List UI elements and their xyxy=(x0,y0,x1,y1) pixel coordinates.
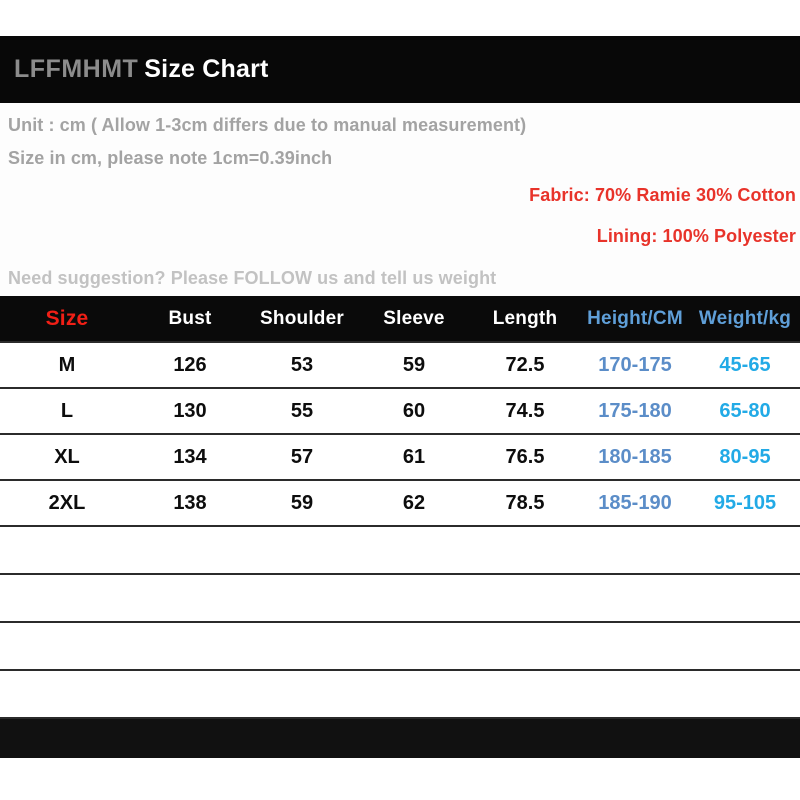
cell-empty xyxy=(0,573,134,623)
cell-shoulder: 53 xyxy=(246,341,358,389)
cell-shoulder: 55 xyxy=(246,387,358,435)
cell-size: M xyxy=(0,341,134,389)
cell-empty xyxy=(470,573,580,623)
cell-length: 74.5 xyxy=(470,387,580,435)
cell-empty xyxy=(358,669,470,719)
column-header-size: Size xyxy=(45,306,89,330)
cell-height: 175-180 xyxy=(580,387,690,435)
info-fabric: Fabric: 70% Ramie 30% Cotton xyxy=(529,185,796,205)
cell-empty xyxy=(580,573,690,623)
cell-empty xyxy=(470,525,580,575)
cell-empty xyxy=(0,669,134,719)
cell-empty xyxy=(358,621,470,671)
cell-weight: 80-95 xyxy=(690,433,800,481)
cell-weight: 65-80 xyxy=(690,387,800,435)
info-panel: Unit : cm ( Allow 1-3cm differs due to m… xyxy=(0,103,800,296)
cell-empty xyxy=(134,573,246,623)
cell-empty xyxy=(580,525,690,575)
cell-weight: 45-65 xyxy=(690,341,800,389)
cell-sleeve: 59 xyxy=(358,341,470,389)
column-header-height: Height/CM xyxy=(587,307,683,329)
table-body: M 126 53 59 72.5 170-175 45-65 L 130 55 … xyxy=(0,341,800,719)
table-empty-row xyxy=(0,621,800,671)
title-band: LFFMHMT Size Chart xyxy=(0,36,800,103)
cell-height: 180-185 xyxy=(580,433,690,481)
cell-empty xyxy=(358,573,470,623)
title-text: Size Chart xyxy=(144,55,269,83)
table-row: M 126 53 59 72.5 170-175 45-65 xyxy=(0,341,800,389)
cell-height: 185-190 xyxy=(580,479,690,527)
bottom-white-strip xyxy=(0,762,800,800)
cell-empty xyxy=(0,525,134,575)
cell-empty xyxy=(470,669,580,719)
cell-empty xyxy=(690,573,800,623)
column-header-length: Length xyxy=(492,307,558,329)
cell-sleeve: 61 xyxy=(358,433,470,481)
cell-empty xyxy=(246,525,358,575)
cell-size: XL xyxy=(0,433,134,481)
cell-empty xyxy=(134,525,246,575)
column-header-shoulder: Shoulder xyxy=(260,307,344,329)
cell-bust: 134 xyxy=(134,433,246,481)
cell-height: 170-175 xyxy=(580,341,690,389)
column-header-bust: Bust xyxy=(168,307,212,329)
table-row: XL 134 57 61 76.5 180-185 80-95 xyxy=(0,433,800,481)
cell-bust: 138 xyxy=(134,479,246,527)
cell-length: 72.5 xyxy=(470,341,580,389)
cell-sleeve: 60 xyxy=(358,387,470,435)
page-title: LFFMHMT Size Chart xyxy=(14,54,269,84)
cell-length: 76.5 xyxy=(470,433,580,481)
cell-empty xyxy=(246,573,358,623)
table-empty-row xyxy=(0,525,800,575)
column-header-weight: Weight/kg xyxy=(698,307,792,329)
cell-sleeve: 62 xyxy=(358,479,470,527)
cell-empty xyxy=(246,621,358,671)
cell-empty xyxy=(0,621,134,671)
cell-shoulder: 59 xyxy=(246,479,358,527)
cell-empty xyxy=(470,621,580,671)
cell-bust: 126 xyxy=(134,341,246,389)
top-white-strip xyxy=(0,0,800,36)
cell-empty xyxy=(358,525,470,575)
table-empty-row xyxy=(0,573,800,623)
cell-empty xyxy=(134,621,246,671)
cell-size: 2XL xyxy=(0,479,134,527)
size-table-container: Size Bust Shoulder Sleeve Length Height/… xyxy=(0,296,800,758)
table-empty-row xyxy=(0,669,800,719)
cell-empty xyxy=(246,669,358,719)
table-row: 2XL 138 59 62 78.5 185-190 95-105 xyxy=(0,479,800,527)
info-suggestion: Need suggestion? Please FOLLOW us and te… xyxy=(8,268,497,288)
table-head: Size Bust Shoulder Sleeve Length Height/… xyxy=(0,296,800,342)
info-lining: Lining: 100% Polyester xyxy=(596,226,796,246)
cell-weight: 95-105 xyxy=(690,479,800,527)
cell-empty xyxy=(580,669,690,719)
cell-empty xyxy=(690,525,800,575)
cell-size: L xyxy=(0,387,134,435)
info-unit-note: Unit : cm ( Allow 1-3cm differs due to m… xyxy=(8,115,527,135)
column-header-sleeve: Sleeve xyxy=(383,307,445,329)
cell-bust: 130 xyxy=(134,387,246,435)
cell-empty xyxy=(690,669,800,719)
cell-empty xyxy=(580,621,690,671)
cell-shoulder: 57 xyxy=(246,433,358,481)
table-header-row: Size Bust Shoulder Sleeve Length Height/… xyxy=(0,296,800,342)
size-chart-page: LFFMHMT Size Chart Unit : cm ( Allow 1-3c… xyxy=(0,0,800,800)
cell-length: 78.5 xyxy=(470,479,580,527)
cell-empty xyxy=(690,621,800,671)
table-row: L 130 55 60 74.5 175-180 65-80 xyxy=(0,387,800,435)
size-table: Size Bust Shoulder Sleeve Length Height/… xyxy=(0,296,800,719)
brand-name: LFFMHMT xyxy=(14,55,139,83)
info-inch-note: Size in cm, please note 1cm=0.39inch xyxy=(8,148,333,168)
cell-empty xyxy=(134,669,246,719)
